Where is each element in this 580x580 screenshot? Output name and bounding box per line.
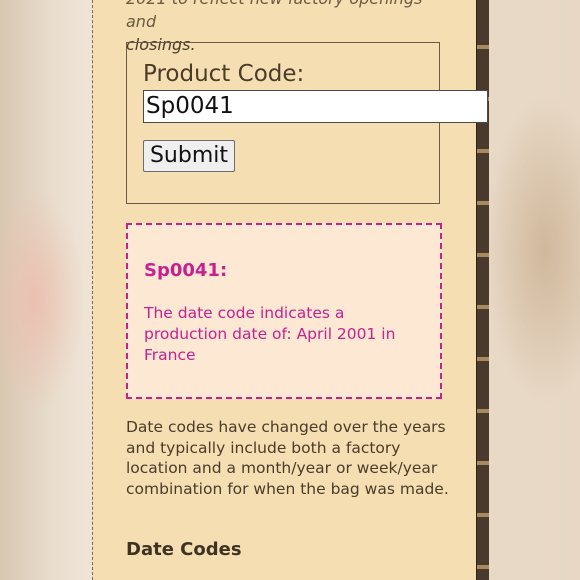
monogram-border-strip <box>476 0 489 580</box>
product-code-label: Product Code: <box>143 61 305 87</box>
submit-button[interactable]: Submit <box>143 140 235 172</box>
date-codes-heading: Date Codes <box>126 539 242 560</box>
result-title: Sp0041: <box>144 260 228 281</box>
date-code-info-paragraph: Date codes have changed over the years a… <box>126 418 449 498</box>
product-code-input[interactable]: Sp0041 <box>143 90 488 123</box>
result-text: The date code indicates a production dat… <box>144 304 396 364</box>
intro-line-1: 2021 to reflect new factory openings and <box>126 0 422 31</box>
